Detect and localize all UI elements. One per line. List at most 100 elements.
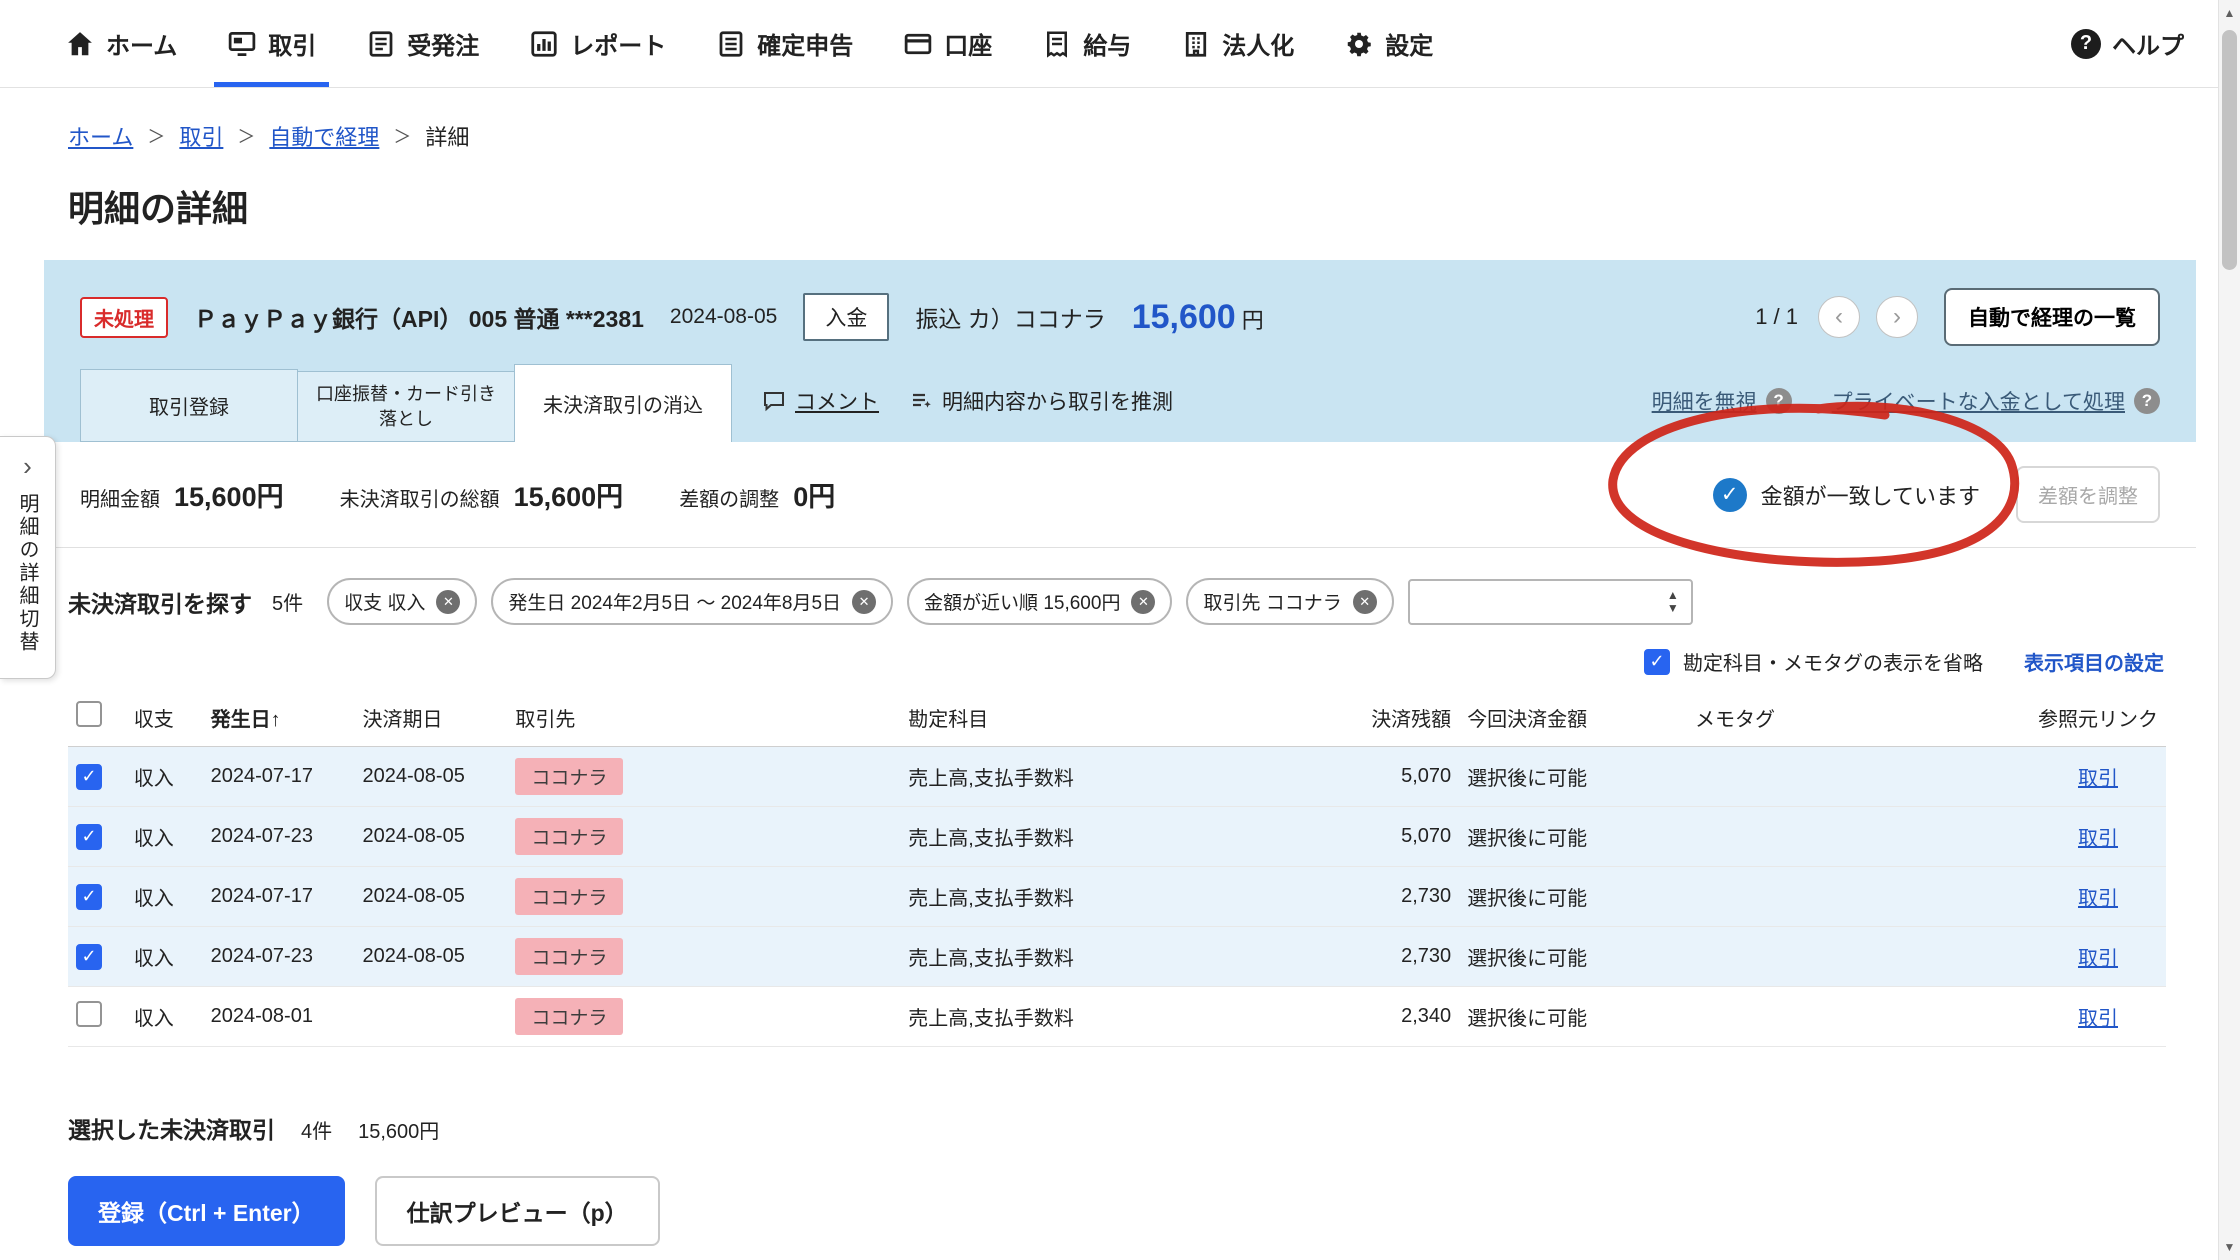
row-checkbox[interactable] (76, 824, 102, 850)
breadcrumb-item[interactable]: 取引 (179, 120, 223, 152)
display-settings-link[interactable]: 表示項目の設定 (2024, 647, 2164, 676)
chip-close-icon[interactable] (436, 590, 460, 614)
column-header[interactable]: 収支 (126, 688, 203, 747)
search-section: 未決済取引を探す 5件 収支 収入 発生日 2024年2月5日 〜 2024年8月… (44, 548, 2196, 1220)
vertical-scrollbar[interactable] (2218, 0, 2240, 1260)
row-checkbox[interactable] (76, 944, 102, 970)
search-count: 5件 (272, 587, 303, 616)
column-header[interactable]: メモタグ (1687, 688, 1992, 747)
row-select-cell (68, 927, 126, 987)
reports-icon (529, 29, 559, 59)
row-transaction-link[interactable]: 取引 (2078, 888, 2118, 910)
row-account-item: 売上高,支払手数料 (900, 747, 1283, 807)
comment-label: コメント (795, 386, 879, 416)
row-inout: 収入 (126, 927, 203, 987)
match-message: 金額が一致しています (1761, 479, 1980, 511)
guess-transaction-link[interactable]: 明細内容から取引を推測 (909, 386, 1173, 416)
scrollbar-thumb[interactable] (2222, 30, 2237, 270)
help-button[interactable]: ヘルプ (2071, 0, 2184, 87)
row-checkbox[interactable] (76, 884, 102, 910)
row-account-item: 売上高,支払手数料 (900, 987, 1283, 1047)
row-memo-tag (1687, 867, 1992, 927)
row-memo-tag (1687, 927, 1992, 987)
private-deposit-link[interactable]: プライベートな入金として処理 (1832, 386, 2160, 416)
tab-inactive[interactable]: 口座振替・カード引き落とし (297, 371, 515, 442)
row-transaction-link[interactable]: 取引 (2078, 1008, 2118, 1030)
nav-item-payroll[interactable]: 給与 (1017, 0, 1156, 87)
nav-item-reports[interactable]: レポート (504, 0, 691, 87)
column-header[interactable]: 決済残額 (1283, 688, 1459, 747)
tab-inactive[interactable]: 取引登録 (80, 369, 298, 442)
row-settlement-amount: 選択後に可能 (1459, 747, 1687, 807)
column-header[interactable]: 取引先 (507, 688, 900, 747)
breadcrumb-item[interactable]: 自動で経理 (269, 120, 379, 152)
guess-icon (909, 389, 933, 413)
ignore-statement-label: 明細を無視 (1652, 386, 1757, 416)
ignore-statement-link[interactable]: 明細を無視 (1652, 386, 1792, 416)
auto-accounting-list-button[interactable]: 自動で経理の一覧 (1944, 288, 2160, 346)
breadcrumb-item[interactable]: ホーム (68, 120, 133, 152)
nav-item-accounts[interactable]: 口座 (878, 0, 1017, 87)
adjust-difference-button[interactable]: 差額を調整 (2016, 466, 2160, 523)
column-header[interactable]: 参照元リンク (1992, 688, 2166, 747)
tab-row: 取引登録口座振替・カード引き落とし未決済取引の消込 コメント 明細内容から取引を… (44, 364, 2196, 442)
row-checkbox[interactable] (76, 1001, 102, 1027)
nav-item-home[interactable]: ホーム (40, 0, 202, 87)
column-header[interactable]: 勘定科目 (900, 688, 1283, 747)
row-memo-tag (1687, 747, 1992, 807)
filter-chip[interactable]: 取引先 ココナラ (1186, 578, 1393, 625)
filter-chip[interactable]: 金額が近い順 15,600円 (907, 578, 1172, 625)
omit-checkbox[interactable] (1644, 649, 1670, 675)
row-inout: 収入 (126, 747, 203, 807)
filter-select-dropdown[interactable] (1408, 579, 1693, 625)
column-header[interactable]: 決済期日 (355, 688, 508, 747)
scrollbar-down-arrow[interactable] (2219, 1234, 2240, 1260)
unsettled-transaction-row: 収入2024-08-01ココナラ売上高,支払手数料2,340選択後に可能取引 (68, 987, 2166, 1047)
nav-item-transactions[interactable]: 取引 (202, 0, 341, 87)
page-title: 明細の詳細 (68, 180, 2240, 232)
nav-item-tax-return[interactable]: 確定申告 (691, 0, 878, 87)
register-button[interactable]: 登録（Ctrl + Enter） (68, 1176, 345, 1246)
row-transaction-link[interactable]: 取引 (2078, 828, 2118, 850)
statement-panel: 未処理 ＰａｙＰａｙ銀行（API） 005 普通 ***2381 2024-08… (44, 260, 2196, 442)
ignore-help-icon[interactable] (1766, 388, 1792, 414)
pager-next-button[interactable] (1876, 296, 1918, 338)
journal-preview-button[interactable]: 仕訳プレビュー（p） (375, 1176, 660, 1246)
row-transaction-link[interactable]: 取引 (2078, 948, 2118, 970)
comment-icon (762, 389, 786, 413)
column-header[interactable]: 今回決済金額 (1459, 688, 1687, 747)
row-checkbox[interactable] (76, 764, 102, 790)
deposit-type-badge[interactable]: 入金 (803, 293, 889, 341)
nav-item-incorporation[interactable]: 法人化 (1156, 0, 1319, 87)
filter-chip[interactable]: 収支 収入 (327, 578, 477, 625)
private-help-icon[interactable] (2134, 388, 2160, 414)
chip-close-icon[interactable] (1131, 590, 1155, 614)
chip-close-icon[interactable] (1353, 590, 1377, 614)
nav-item-settings[interactable]: 設定 (1319, 0, 1458, 87)
unsettled-table-head-row: 収支発生日↑決済期日取引先勘定科目決済残額今回決済金額メモタグ参照元リンク (68, 688, 2166, 747)
filter-chip-label: 発生日 2024年2月5日 〜 2024年8月5日 (508, 588, 841, 615)
chip-close-icon[interactable] (852, 590, 876, 614)
match-check-icon (1713, 478, 1747, 512)
search-title: 未決済取引を探す (68, 585, 252, 619)
unsettled-total-label: 未決済取引の総額 (340, 483, 500, 512)
nav-item-orders[interactable]: 受発注 (341, 0, 504, 87)
column-header[interactable]: 発生日↑ (203, 688, 355, 747)
pager-prev-button[interactable] (1818, 296, 1860, 338)
select-all-checkbox[interactable] (76, 701, 102, 727)
scrollbar-up-arrow[interactable] (2219, 0, 2240, 26)
row-due-date: 2024-08-05 (355, 807, 508, 867)
select-stepper-icon (1667, 589, 1679, 614)
unsettled-transaction-row: 収入2024-07-232024-08-05ココナラ売上高,支払手数料5,070… (68, 807, 2166, 867)
footer-action-bar: 登録（Ctrl + Enter） 仕訳プレビュー（p） (0, 1162, 2218, 1260)
nav-item-label: レポート (570, 26, 666, 61)
comment-link[interactable]: コメント (762, 386, 879, 416)
amount-unit: 円 (1242, 308, 1264, 333)
row-settlement-amount: 選択後に可能 (1459, 867, 1687, 927)
nav-item-label: 口座 (944, 26, 992, 61)
filter-chip[interactable]: 発生日 2024年2月5日 〜 2024年8月5日 (491, 578, 893, 625)
row-transaction-link[interactable]: 取引 (2078, 768, 2118, 790)
statement-detail-toggle[interactable]: 明細の詳細切替 (0, 436, 56, 679)
tab-active[interactable]: 未決済取引の消込 (514, 364, 732, 442)
statement-pager: 1 / 1 自動で経理の一覧 (1755, 288, 2160, 346)
